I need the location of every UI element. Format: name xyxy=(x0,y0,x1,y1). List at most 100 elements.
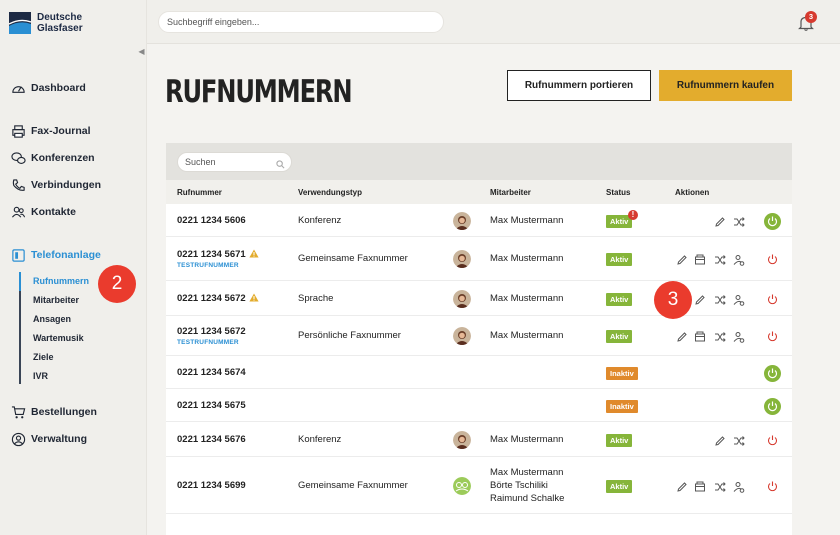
phone-number[interactable]: 0221 1234 5606 xyxy=(177,215,246,226)
subnav-item-wartemusik[interactable]: Wartemusik xyxy=(33,333,84,343)
cart-icon xyxy=(10,404,26,420)
subnav-item-mitarbeiter[interactable]: Mitarbeiter xyxy=(33,295,79,305)
gauge-icon xyxy=(10,80,26,96)
shuffle-icon[interactable] xyxy=(733,215,746,228)
sidebar-item-label: Verwaltung xyxy=(31,433,88,445)
user-settings-icon[interactable] xyxy=(733,253,746,266)
notification-count-badge: 3 xyxy=(805,11,817,23)
power-off-icon[interactable] xyxy=(766,434,779,447)
table-header: Rufnummer Verwendungstyp Mitarbeiter Sta… xyxy=(166,180,792,204)
port-numbers-button[interactable]: Rufnummern portieren xyxy=(507,70,651,101)
buy-numbers-button[interactable]: Rufnummern kaufen xyxy=(659,70,792,101)
phone-number-text: 0221 1234 5676 xyxy=(177,433,246,445)
sidebar-item-bestellungen[interactable]: Bestellungen xyxy=(0,403,147,421)
user-settings-icon[interactable] xyxy=(733,293,746,306)
phone-number-text: 0221 1234 5606 xyxy=(177,214,246,226)
employee-name[interactable]: Börte Tschiliki xyxy=(490,480,548,491)
sidebar-item-telefonanlage[interactable]: Telefonanlage xyxy=(0,246,147,264)
power-off-icon[interactable] xyxy=(766,253,779,266)
edit-icon[interactable] xyxy=(714,434,727,447)
edit-icon[interactable] xyxy=(694,293,707,306)
column-header-status[interactable]: Status xyxy=(606,188,630,197)
status-badge: Aktiv xyxy=(606,433,633,447)
status-badge: Inaktiv xyxy=(606,366,638,380)
phone-number[interactable]: 0221 1234 5672 xyxy=(177,326,246,337)
usage-type: Sprache xyxy=(298,292,334,304)
edit-icon[interactable] xyxy=(676,253,689,266)
warning-icon xyxy=(249,249,259,261)
column-header-number[interactable]: Rufnummer xyxy=(177,188,222,197)
phone-number[interactable]: 0221 1234 5699 xyxy=(177,480,246,491)
employee-name[interactable]: Max Mustermann xyxy=(490,253,563,264)
phone-number[interactable]: 0221 1234 5672 xyxy=(177,293,259,305)
collapse-sidebar-icon[interactable]: ◀ xyxy=(136,46,147,57)
fax-icon[interactable] xyxy=(694,480,707,493)
sidebar-item-verwaltung[interactable]: Verwaltung xyxy=(0,430,147,448)
power-on-icon[interactable] xyxy=(764,364,781,382)
power-off-icon[interactable] xyxy=(766,293,779,306)
status-badge: Inaktiv xyxy=(606,399,638,413)
phone-number-text: 0221 1234 5672 xyxy=(177,292,246,304)
employee-name[interactable]: Max Mustermann xyxy=(490,467,563,478)
subnav-item-ziele[interactable]: Ziele xyxy=(33,352,54,362)
sidebar-item-kontakte[interactable]: Kontakte xyxy=(0,203,147,221)
user-settings-icon[interactable] xyxy=(733,330,746,343)
edit-icon[interactable] xyxy=(676,330,689,343)
avatar xyxy=(453,211,471,230)
user-settings-icon[interactable] xyxy=(733,480,746,493)
edit-icon[interactable] xyxy=(714,215,727,228)
brand-logo[interactable]: Deutsche Glasfaser xyxy=(8,12,83,34)
employee-name[interactable]: Max Mustermann xyxy=(490,215,563,226)
active-indicator xyxy=(19,272,21,291)
subnav-item-rufnummern[interactable]: Rufnummern xyxy=(33,276,89,286)
table-search-input[interactable]: Suchen xyxy=(177,152,292,172)
status-badge: Aktiv xyxy=(606,292,633,306)
sidebar-item-konferenzen[interactable]: Konferenzen xyxy=(0,149,147,167)
shuffle-icon[interactable] xyxy=(714,293,727,306)
shuffle-icon[interactable] xyxy=(714,253,727,266)
sidebar-item-label: Fax-Journal xyxy=(31,125,91,137)
employee-name[interactable]: Max Mustermann xyxy=(490,330,563,341)
phone-number[interactable]: 0221 1234 5674 xyxy=(177,367,246,378)
power-on-icon[interactable] xyxy=(764,397,781,415)
fax-icon[interactable] xyxy=(694,330,707,343)
status-badge: Aktiv xyxy=(606,330,633,343)
subnav-item-ivr[interactable]: IVR xyxy=(33,371,48,381)
sidebar-item-label: Verbindungen xyxy=(31,179,102,191)
employee-name[interactable]: Max Mustermann xyxy=(490,434,563,445)
edit-icon[interactable] xyxy=(676,480,689,493)
sidebar-item-label: Konferenzen xyxy=(31,152,95,164)
table-row: 0221 1234 5672 TESTRUFNUMMER Persönliche F… xyxy=(166,316,792,356)
power-off-icon[interactable] xyxy=(766,330,779,343)
shuffle-icon[interactable] xyxy=(714,330,727,343)
table-row: 0221 1234 5674 Inaktiv xyxy=(166,356,792,389)
avatar xyxy=(453,430,471,449)
employee-name[interactable]: Raimund Schalke xyxy=(490,493,564,504)
global-search-input[interactable]: Suchbegriff eingeben... xyxy=(158,11,444,33)
page-title: RUFNUMMERN xyxy=(165,74,353,110)
phone-number[interactable]: 0221 1234 5675 xyxy=(177,400,246,411)
power-off-icon[interactable] xyxy=(766,480,779,493)
power-on-icon[interactable] xyxy=(764,212,781,230)
phone-number-text: 0221 1234 5671 xyxy=(177,249,246,260)
phone-number-text: 0221 1234 5675 xyxy=(177,399,246,411)
employee-name[interactable]: Max Mustermann xyxy=(490,293,563,304)
sidebar-item-verbindungen[interactable]: Verbindungen xyxy=(0,176,147,194)
column-header-actions: Aktionen xyxy=(675,188,710,197)
sidebar-item-fax-journal[interactable]: Fax-Journal xyxy=(0,122,147,140)
shuffle-icon[interactable] xyxy=(733,434,746,447)
phone-number[interactable]: 0221 1234 5671 xyxy=(177,249,259,261)
table-row: 0221 1234 5671 TESTRUFNUMMER Gemeinsame Fa… xyxy=(166,237,792,281)
table-row: 0221 1234 5676 Konferenz Max Mustermann Akt… xyxy=(166,422,792,457)
column-header-employee[interactable]: Mitarbeiter xyxy=(490,188,531,197)
sidebar-item-dashboard[interactable]: Dashboard xyxy=(0,79,147,97)
top-bar: Suchbegriff eingeben... 3 xyxy=(147,0,840,44)
phone-number[interactable]: 0221 1234 5676 xyxy=(177,434,246,445)
table-row: 0221 1234 5699 Gemeinsame Faxnummer Max Mu… xyxy=(166,457,792,514)
usage-type: Gemeinsame Faxnummer xyxy=(298,479,408,491)
shuffle-icon[interactable] xyxy=(714,480,727,493)
sidebar-item-label: Kontakte xyxy=(31,206,76,218)
column-header-usage[interactable]: Verwendungstyp xyxy=(298,188,362,197)
subnav-item-ansagen[interactable]: Ansagen xyxy=(33,314,71,324)
fax-icon[interactable] xyxy=(694,253,707,266)
